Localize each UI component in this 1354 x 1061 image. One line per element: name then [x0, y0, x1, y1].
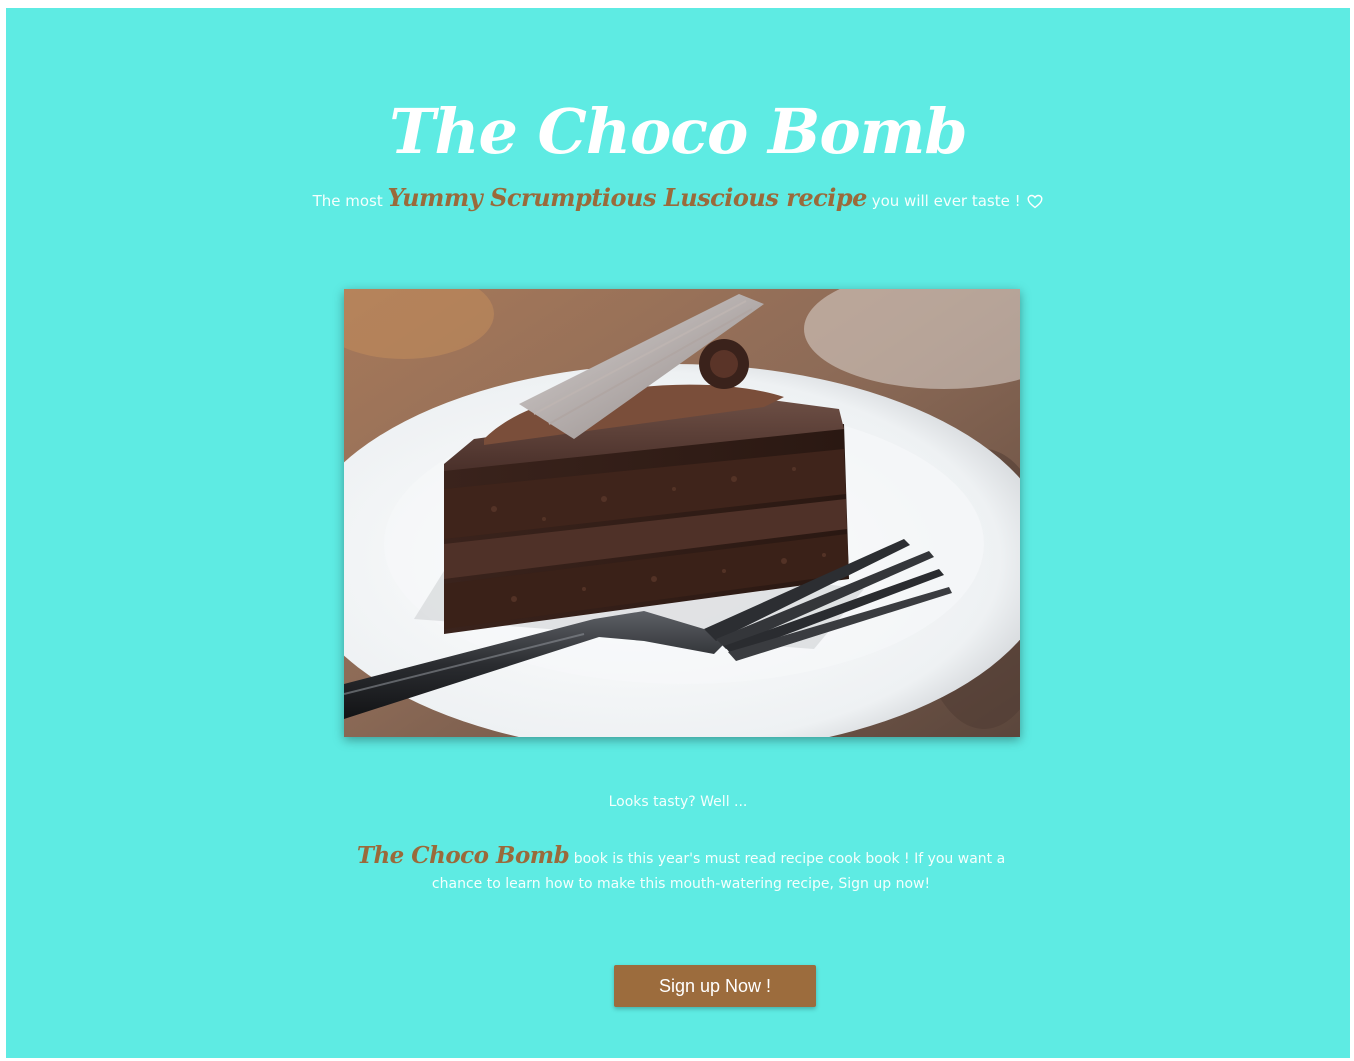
heart-outline-icon — [1027, 186, 1043, 222]
tagline-highlight: Yummy Scrumptious Luscious recipe — [387, 183, 868, 212]
pitch-highlight: The Choco Bomb — [356, 842, 570, 869]
page-title: The Choco Bomb — [389, 94, 967, 168]
sign-up-button[interactable]: Sign up Now ! — [614, 965, 816, 1007]
teaser-text: Looks tasty? Well ... — [608, 794, 748, 810]
tagline: The most Yummy Scrumptious Luscious reci… — [6, 180, 1350, 222]
landing-page: The Choco Bomb The most Yummy Scrumptiou… — [6, 8, 1350, 1058]
hero-image — [344, 289, 1020, 737]
pitch-paragraph: The Choco Bomb book is this year's must … — [356, 843, 1006, 897]
tagline-prefix: The most — [312, 192, 383, 210]
tagline-suffix: you will ever taste ! — [871, 192, 1021, 210]
